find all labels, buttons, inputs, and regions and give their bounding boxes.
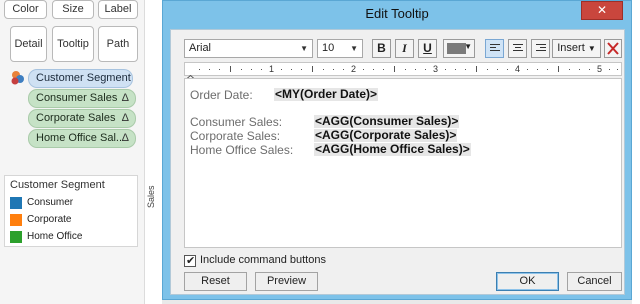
include-command-buttons-checkbox[interactable]: ✔ (184, 255, 196, 267)
align-center-icon (513, 44, 523, 53)
ruler-number: 1 (269, 64, 275, 74)
pill-label: Corporate Sales (36, 112, 116, 124)
delta-icon: Δ (121, 112, 129, 124)
checkmark-icon: ✔ (186, 255, 196, 267)
pill-customer-segment[interactable]: Customer Segment (28, 69, 133, 88)
include-command-buttons-label: Include command buttons (200, 254, 326, 266)
size-button[interactable]: Size (52, 0, 94, 19)
close-icon[interactable]: ✕ (581, 1, 623, 20)
editor-label-home-office-sales: Home Office Sales: (190, 143, 294, 157)
cancel-button[interactable]: Cancel (567, 272, 622, 291)
legend-swatch (10, 231, 22, 243)
editor-label-order-date: Order Date: (190, 88, 253, 102)
insert-label: Insert (557, 42, 585, 54)
detail-button[interactable]: Detail (10, 26, 47, 62)
tooltip-editor[interactable]: Order Date: <MY(Order Date)> Consumer Sa… (184, 78, 622, 248)
chevron-down-icon: ▼ (300, 44, 308, 53)
ruler-number: 2 (351, 64, 357, 74)
editor-field-home-office-sales: <AGG(Home Office Sales)> (314, 142, 471, 156)
legend-item-corporate[interactable]: Corporate (10, 214, 130, 228)
pill-label: Consumer Sales (36, 92, 118, 104)
color-legend: Customer Segment Consumer Corporate Home… (4, 175, 138, 247)
clear-icon[interactable] (604, 39, 622, 58)
ruler-number: 5 (597, 64, 603, 74)
editor-label-corporate-sales: Corporate Sales: (190, 129, 281, 143)
pill-home-office-sales[interactable]: Home Office Sal.. Δ (28, 129, 136, 148)
edit-tooltip-dialog: Edit Tooltip ✕ Arial ▼ 10 ▼ B I U ▼ Inse… (162, 0, 632, 300)
editor-field-corporate-sales: <AGG(Corporate Sales)> (314, 128, 458, 142)
editor-field-consumer-sales: <AGG(Consumer Sales)> (314, 114, 460, 128)
label-button[interactable]: Label (98, 0, 138, 19)
legend-title: Customer Segment (10, 179, 105, 191)
marks-card: Color Size Label Detail Tooltip Path Cus… (0, 0, 145, 304)
tooltip-button[interactable]: Tooltip (52, 26, 94, 62)
delta-icon: Δ (121, 132, 129, 144)
path-button[interactable]: Path (98, 26, 138, 62)
chevron-down-icon: ▼ (464, 42, 472, 51)
pill-label: Customer Segment (36, 72, 131, 84)
legend-label: Consumer (27, 197, 74, 208)
font-family-select[interactable]: Arial ▼ (184, 39, 313, 58)
editor-field-order-date: <MY(Order Date)> (274, 87, 379, 101)
legend-swatch (10, 197, 22, 209)
align-left-icon (490, 44, 500, 53)
pill-consumer-sales[interactable]: Consumer Sales Δ (28, 89, 136, 108)
italic-button[interactable]: I (395, 39, 414, 58)
bold-button[interactable]: B (372, 39, 391, 58)
ok-button[interactable]: OK (496, 272, 559, 291)
insert-button[interactable]: Insert ▼ (552, 39, 601, 58)
align-right-button[interactable] (531, 39, 550, 58)
sales-axis-label: Sales (146, 185, 156, 208)
font-family-value: Arial (189, 42, 212, 54)
preview-button[interactable]: Preview (255, 272, 318, 291)
align-left-button[interactable] (485, 39, 504, 58)
worksheet-strip (162, 300, 632, 304)
ruler-number: 3 (433, 64, 439, 74)
font-color-button[interactable]: ▼ (443, 39, 475, 58)
delta-icon: Δ (121, 92, 129, 104)
color-button[interactable]: Color (4, 0, 47, 19)
multiple-fields-icon (11, 71, 24, 85)
align-center-button[interactable] (508, 39, 527, 58)
legend-swatch (10, 214, 22, 226)
dialog-client: Arial ▼ 10 ▼ B I U ▼ Insert ▼ 1 2 3 4 5 … (170, 29, 625, 295)
pill-corporate-sales[interactable]: Corporate Sales Δ (28, 109, 136, 128)
legend-label: Home Office (27, 231, 83, 242)
legend-label: Corporate (27, 214, 72, 225)
reset-button[interactable]: Reset (184, 272, 247, 291)
ruler: 1 2 3 4 5 (184, 62, 622, 76)
font-size-value: 10 (322, 42, 335, 54)
font-size-select[interactable]: 10 ▼ (317, 39, 363, 58)
editor-label-consumer-sales: Consumer Sales: (190, 115, 283, 129)
chevron-down-icon: ▼ (350, 44, 358, 53)
ruler-number: 4 (515, 64, 521, 74)
legend-item-consumer[interactable]: Consumer (10, 197, 130, 211)
clear-x-icon (607, 42, 619, 55)
underline-button[interactable]: U (418, 39, 437, 58)
dialog-titlebar[interactable]: Edit Tooltip ✕ (163, 1, 631, 29)
chevron-down-icon: ▼ (587, 44, 596, 53)
dialog-title: Edit Tooltip (365, 6, 429, 21)
pill-label: Home Office Sal.. (36, 132, 122, 144)
legend-item-home-office[interactable]: Home Office (10, 231, 130, 245)
align-right-icon (536, 44, 546, 53)
